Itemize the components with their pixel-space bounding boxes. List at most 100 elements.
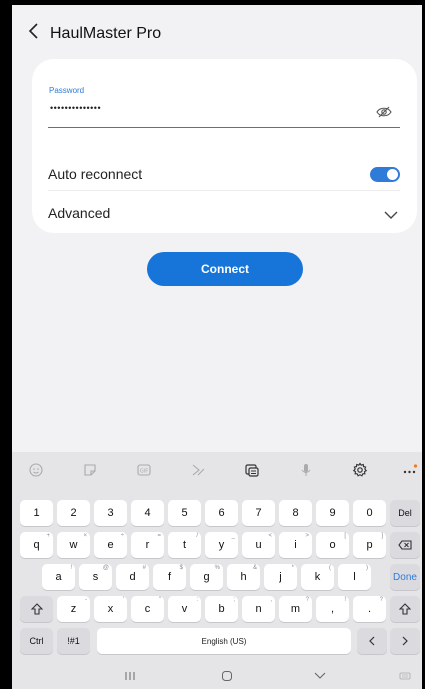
key-label: k xyxy=(314,571,321,583)
key-o[interactable]: o[ xyxy=(316,532,349,558)
key-z[interactable]: z- xyxy=(57,596,90,622)
microphone-icon[interactable] xyxy=(298,462,314,478)
key-s[interactable]: s @ xyxy=(79,564,112,590)
app-screen: HaulMaster Pro Password •••••••••••••• A… xyxy=(12,5,422,689)
shift-key-right[interactable] xyxy=(390,596,420,622)
recents-icon[interactable] xyxy=(122,669,138,683)
key-label: j xyxy=(279,571,282,583)
cursor-left-key[interactable] xyxy=(357,628,387,654)
key-e[interactable]: e ÷ xyxy=(94,532,127,558)
keyboard-switch-icon[interactable] xyxy=(397,669,413,683)
key-r[interactable]: r = xyxy=(131,532,164,558)
key-secondary: ! xyxy=(344,597,346,603)
key-p[interactable]: p] xyxy=(353,532,386,558)
key-secondary: " xyxy=(158,597,161,603)
key-label: e xyxy=(107,539,114,551)
key-t[interactable]: t / xyxy=(168,532,201,558)
key-c[interactable]: c " xyxy=(131,596,164,622)
chevron-down-icon[interactable] xyxy=(384,207,398,219)
key-secondary: : xyxy=(196,597,198,603)
key-n[interactable]: n, xyxy=(242,596,275,622)
key-i[interactable]: i > xyxy=(279,532,312,558)
key-secondary: & xyxy=(252,565,257,571)
key-k[interactable]: k( xyxy=(301,564,334,590)
system-nav-bar xyxy=(12,663,422,689)
password-field[interactable]: •••••••••••••• xyxy=(50,103,101,113)
handwriting-icon[interactable] xyxy=(190,462,206,478)
key-a[interactable]: a! xyxy=(42,564,75,590)
key-9[interactable]: 9 xyxy=(316,500,349,526)
connect-button[interactable]: Connect xyxy=(147,252,303,286)
key-3[interactable]: 3 xyxy=(94,500,127,526)
key-w[interactable]: w × xyxy=(57,532,90,558)
key-f[interactable]: f $ xyxy=(153,564,186,590)
key-secondary: * xyxy=(291,565,294,571)
hide-keyboard-icon[interactable] xyxy=(312,669,328,683)
key-u[interactable]: u < xyxy=(242,532,275,558)
key-secondary: ) xyxy=(366,565,368,571)
key-6[interactable]: 6 xyxy=(205,500,238,526)
key-8[interactable]: 8 xyxy=(279,500,312,526)
password-underline xyxy=(48,127,400,128)
key-v[interactable]: v: xyxy=(168,596,201,622)
key-secondary: % xyxy=(214,565,220,571)
key-h[interactable]: h & xyxy=(227,564,260,590)
more-icon[interactable] xyxy=(402,462,418,478)
ctrl-key[interactable]: Ctrl xyxy=(20,628,53,654)
hide-password-icon[interactable] xyxy=(376,105,392,119)
sticker-icon[interactable] xyxy=(82,462,98,478)
key-j[interactable]: j * xyxy=(264,564,297,590)
key-label: m xyxy=(290,603,301,615)
key-label: y xyxy=(218,539,225,551)
home-icon[interactable] xyxy=(219,669,235,683)
key-secondary: ' xyxy=(122,597,124,603)
shift-icon xyxy=(399,603,411,615)
key-5[interactable]: 5 xyxy=(168,500,201,526)
settings-card: Password •••••••••••••• Auto reconnect A… xyxy=(32,59,417,233)
key-period[interactable]: .? xyxy=(353,596,386,622)
key-2[interactable]: 2 xyxy=(57,500,90,526)
key-label: f xyxy=(167,571,172,583)
key-7[interactable]: 7 xyxy=(242,500,275,526)
key-secondary: ! xyxy=(70,565,72,571)
space-key[interactable]: English (US) xyxy=(97,628,351,654)
emoji-icon[interactable] xyxy=(28,462,44,478)
auto-reconnect-toggle[interactable] xyxy=(370,167,400,182)
key-0[interactable]: 0 xyxy=(353,500,386,526)
key-secondary: ÷ xyxy=(120,533,124,539)
back-arrow-icon[interactable] xyxy=(26,22,42,40)
key-g[interactable]: g% xyxy=(190,564,223,590)
key-4[interactable]: 4 xyxy=(131,500,164,526)
key-secondary: ( xyxy=(329,565,331,571)
key-secondary: $ xyxy=(179,565,183,571)
key-1[interactable]: 1 xyxy=(20,500,53,526)
settings-icon[interactable] xyxy=(352,462,368,478)
key-secondary: ] xyxy=(381,533,383,539)
key-y[interactable]: y _ xyxy=(205,532,238,558)
key-secondary: / xyxy=(196,533,198,539)
gif-icon[interactable]: GIF xyxy=(136,462,152,478)
key-secondary: × xyxy=(83,533,87,539)
keyboard: GIF 1 2 3 4 5 6 7 8 9 0 Del q + w × e ÷ … xyxy=(12,452,422,689)
key-b[interactable]: b; xyxy=(205,596,238,622)
key-x[interactable]: x ' xyxy=(94,596,127,622)
key-l[interactable]: l) xyxy=(338,564,371,590)
symbols-key[interactable]: !#1 xyxy=(57,628,90,654)
key-comma[interactable]: ,! xyxy=(316,596,349,622)
key-m[interactable]: m? xyxy=(279,596,312,622)
key-d[interactable]: d # xyxy=(116,564,149,590)
key-label: n xyxy=(255,603,262,615)
key-label: a xyxy=(55,571,62,583)
backspace-key[interactable] xyxy=(390,532,420,558)
key-secondary: @ xyxy=(102,565,109,571)
done-key[interactable]: Done xyxy=(390,564,420,590)
advanced-row[interactable]: Advanced xyxy=(48,193,400,233)
delete-key[interactable]: Del xyxy=(390,500,420,526)
key-q[interactable]: q + xyxy=(20,532,53,558)
key-label: b xyxy=(218,603,225,615)
cursor-right-key[interactable] xyxy=(390,628,420,654)
key-label: r xyxy=(145,539,150,551)
shift-key[interactable] xyxy=(20,596,53,622)
clipboard-icon[interactable] xyxy=(244,462,260,478)
auto-reconnect-row[interactable]: Auto reconnect xyxy=(48,154,400,194)
